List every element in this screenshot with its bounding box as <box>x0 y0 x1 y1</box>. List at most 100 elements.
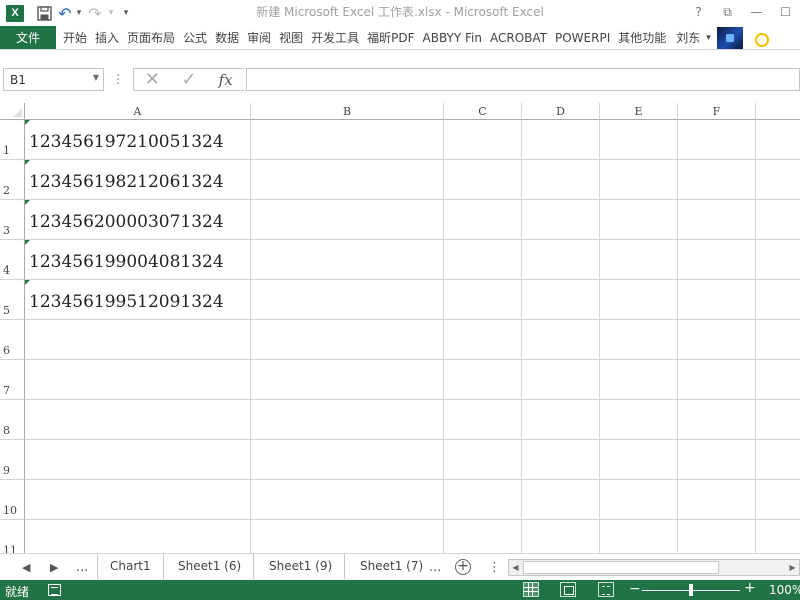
column-header-a[interactable]: A <box>25 103 251 120</box>
column-header-c[interactable]: C <box>444 103 522 120</box>
horizontal-scrollbar[interactable]: ◀ ▶ <box>508 559 800 576</box>
cell-g1[interactable] <box>756 120 800 160</box>
cell-b8[interactable] <box>251 400 444 440</box>
cell-b11[interactable] <box>251 520 444 553</box>
cell-f1[interactable] <box>678 120 756 160</box>
cell-g8[interactable] <box>756 400 800 440</box>
redo-icon[interactable]: ↷ <box>84 0 106 26</box>
sheet-tab-sheet1-9[interactable]: Sheet1 (9) <box>257 554 346 579</box>
cell-f10[interactable] <box>678 480 756 520</box>
column-header-g[interactable] <box>756 103 800 120</box>
row-header[interactable]: 11 <box>0 520 25 553</box>
macro-record-icon[interactable] <box>48 584 61 596</box>
cell-d9[interactable] <box>522 440 600 480</box>
tab-review[interactable]: 审阅 <box>243 26 275 49</box>
ribbon-display-options-icon[interactable]: ⧉ <box>713 0 742 24</box>
cell-b9[interactable] <box>251 440 444 480</box>
cell-a6[interactable] <box>25 320 251 360</box>
tab-split-grip-icon[interactable]: ⋮ <box>488 554 501 581</box>
tab-foxit-pdf[interactable]: 福昕PDF <box>363 26 418 49</box>
sheet-tab-sheet1-6[interactable]: Sheet1 (6) <box>166 554 255 579</box>
sheet-nav-next-icon[interactable]: ▶ <box>50 554 58 581</box>
cell-b6[interactable] <box>251 320 444 360</box>
cell-d8[interactable] <box>522 400 600 440</box>
cell-d6[interactable] <box>522 320 600 360</box>
scroll-right-icon[interactable]: ▶ <box>786 560 799 575</box>
cell-c3[interactable] <box>444 200 522 240</box>
tab-abbyy[interactable]: ABBYY Fin <box>419 26 486 49</box>
cell-f5[interactable] <box>678 280 756 320</box>
cell-a2[interactable]: 123456198212061324 <box>25 160 251 200</box>
cell-a4[interactable]: 123456199004081324 <box>25 240 251 280</box>
cell-e4[interactable] <box>600 240 678 280</box>
sheet-nav-prev-icon[interactable]: ◀ <box>22 554 30 581</box>
cell-e7[interactable] <box>600 360 678 400</box>
add-sheet-button[interactable]: + <box>455 559 471 575</box>
cell-g11[interactable] <box>756 520 800 553</box>
cell-c9[interactable] <box>444 440 522 480</box>
cell-d1[interactable] <box>522 120 600 160</box>
cell-g9[interactable] <box>756 440 800 480</box>
cell-g7[interactable] <box>756 360 800 400</box>
page-layout-view-icon[interactable] <box>560 582 576 597</box>
cell-c7[interactable] <box>444 360 522 400</box>
cell-b7[interactable] <box>251 360 444 400</box>
cell-g10[interactable] <box>756 480 800 520</box>
cell-f7[interactable] <box>678 360 756 400</box>
zoom-in-button[interactable]: + <box>744 580 756 596</box>
cell-f9[interactable] <box>678 440 756 480</box>
cell-c10[interactable] <box>444 480 522 520</box>
user-account[interactable]: 刘东 ▾ <box>670 26 769 49</box>
column-header-d[interactable]: D <box>522 103 600 120</box>
row-header[interactable]: 5 <box>0 280 25 320</box>
formula-bar-grip-icon[interactable]: ⋮ <box>112 72 124 86</box>
sheet-more-right-button[interactable]: ... <box>429 554 441 581</box>
cell-e8[interactable] <box>600 400 678 440</box>
tab-file[interactable]: 文件 <box>0 26 56 49</box>
cell-e10[interactable] <box>600 480 678 520</box>
cell-a11[interactable] <box>25 520 251 553</box>
row-header[interactable]: 6 <box>0 320 25 360</box>
formula-input[interactable] <box>246 68 800 91</box>
cell-e9[interactable] <box>600 440 678 480</box>
row-header[interactable]: 3 <box>0 200 25 240</box>
row-header[interactable]: 9 <box>0 440 25 480</box>
undo-icon[interactable]: ↶ <box>56 0 74 26</box>
sheet-tab-sheet1-7[interactable]: Sheet1 (7) <box>348 554 428 579</box>
row-header[interactable]: 4 <box>0 240 25 280</box>
cell-d4[interactable] <box>522 240 600 280</box>
select-all-corner[interactable] <box>0 103 25 120</box>
cell-b1[interactable] <box>251 120 444 160</box>
row-header[interactable]: 8 <box>0 400 25 440</box>
cell-e3[interactable] <box>600 200 678 240</box>
cell-d2[interactable] <box>522 160 600 200</box>
column-header-f[interactable]: F <box>678 103 756 120</box>
redo-dropdown-icon[interactable]: ▾ <box>106 0 116 26</box>
tab-data[interactable]: 数据 <box>211 26 243 49</box>
tab-view[interactable]: 视图 <box>275 26 307 49</box>
scrollbar-thumb[interactable] <box>523 561 719 574</box>
cell-g6[interactable] <box>756 320 800 360</box>
maximize-button[interactable]: ☐ <box>771 0 800 24</box>
cell-g4[interactable] <box>756 240 800 280</box>
tab-formulas[interactable]: 公式 <box>179 26 211 49</box>
cell-a1[interactable]: 123456197210051324 <box>25 120 251 160</box>
cell-a5[interactable]: 123456199512091324 <box>25 280 251 320</box>
cell-c8[interactable] <box>444 400 522 440</box>
cell-c2[interactable] <box>444 160 522 200</box>
cell-e2[interactable] <box>600 160 678 200</box>
zoom-slider-thumb[interactable] <box>689 584 693 596</box>
cell-e6[interactable] <box>600 320 678 360</box>
zoom-level[interactable]: 100% <box>769 583 800 597</box>
cell-d11[interactable] <box>522 520 600 553</box>
cell-g3[interactable] <box>756 200 800 240</box>
column-header-e[interactable]: E <box>600 103 678 120</box>
cell-d5[interactable] <box>522 280 600 320</box>
tab-acrobat[interactable]: ACROBAT <box>486 26 551 49</box>
row-header[interactable]: 7 <box>0 360 25 400</box>
row-header[interactable]: 1 <box>0 120 25 160</box>
row-header[interactable]: 2 <box>0 160 25 200</box>
cell-c11[interactable] <box>444 520 522 553</box>
tab-other-functions[interactable]: 其他功能 <box>614 26 670 49</box>
customize-qat-icon[interactable]: ▾ <box>116 0 136 26</box>
